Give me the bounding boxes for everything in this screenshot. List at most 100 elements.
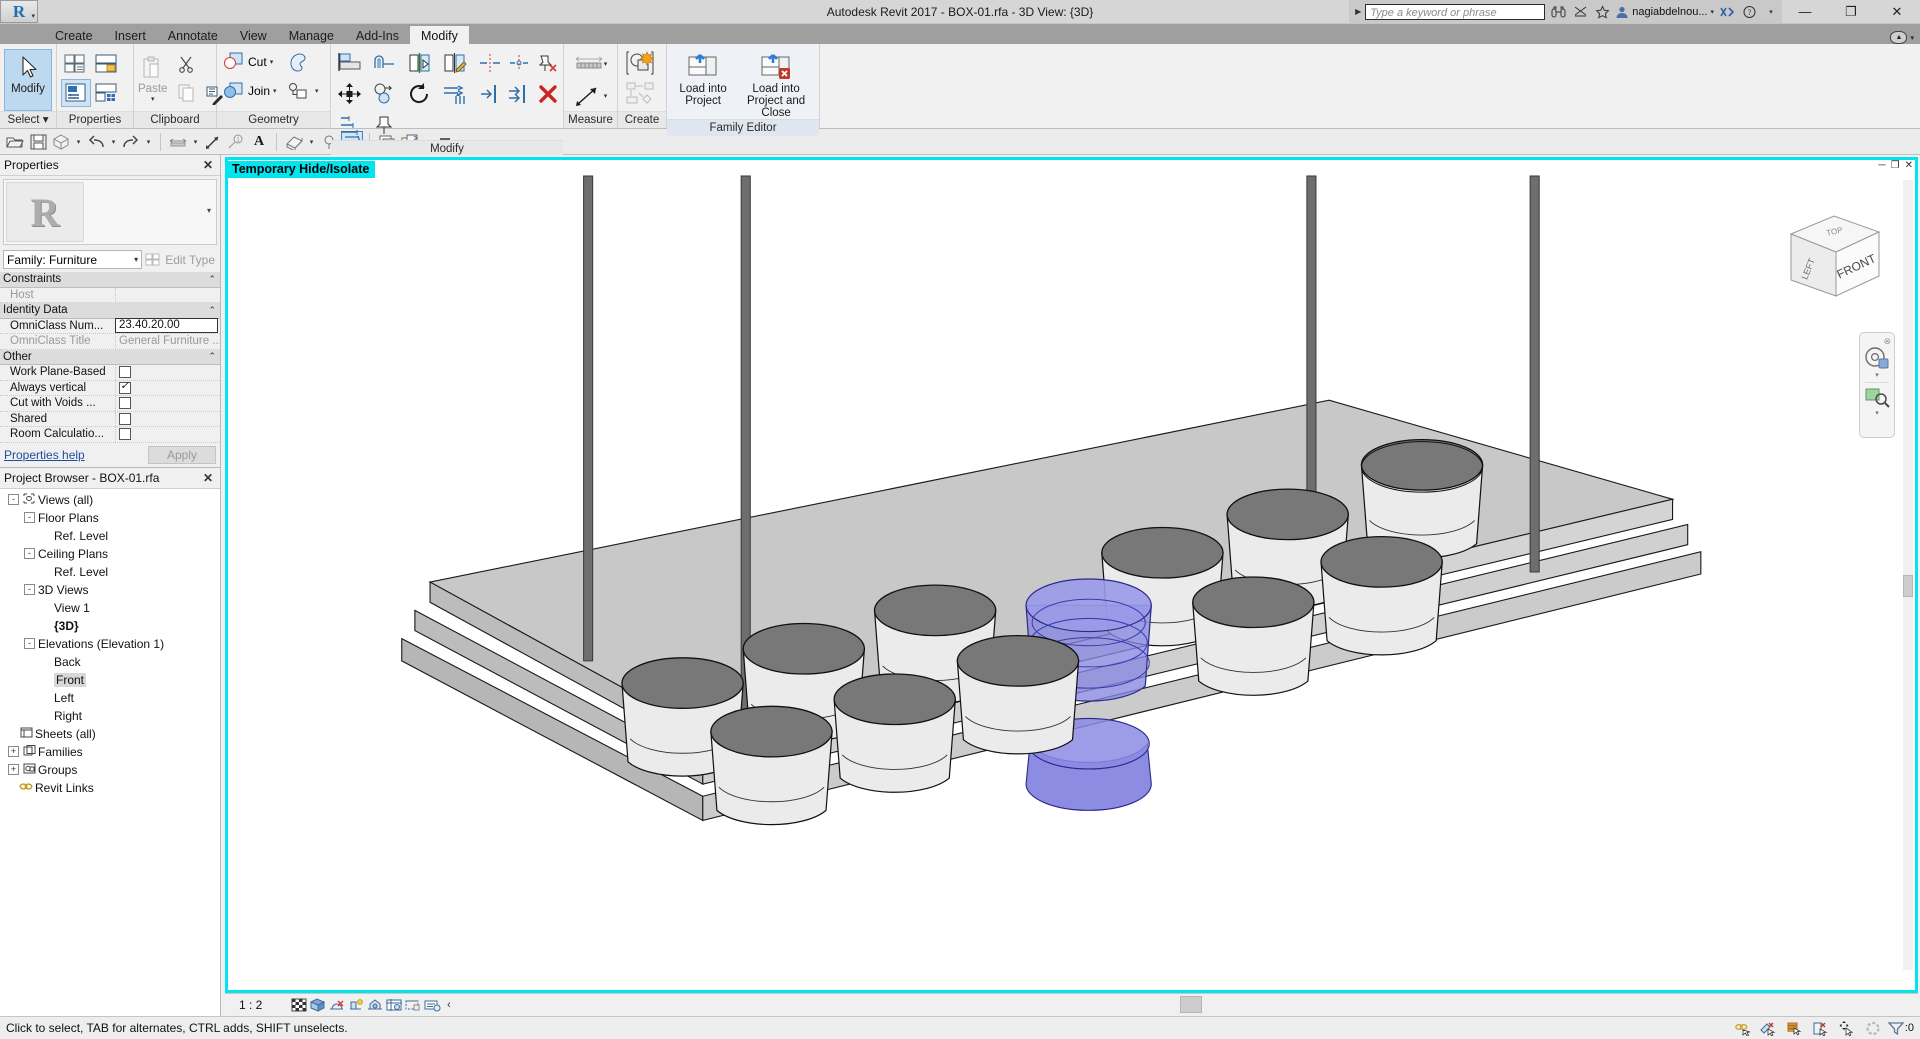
array-icon[interactable]	[440, 80, 470, 108]
collapse-toggle[interactable]: -	[8, 494, 19, 505]
select-pinned-icon[interactable]	[1836, 1019, 1858, 1037]
chevron-down-icon[interactable]: ▾	[1910, 34, 1914, 42]
tree-node-ceiling-plans[interactable]: - Ceiling Plans	[0, 545, 220, 563]
shadows-icon[interactable]	[346, 996, 365, 1015]
property-value[interactable]	[115, 287, 220, 302]
split-face-icon[interactable]	[283, 77, 313, 105]
create-similar-icon[interactable]	[623, 48, 661, 78]
tree-node-3d-active[interactable]: {3D}	[0, 617, 220, 635]
paint-icon[interactable]	[283, 48, 313, 76]
chevron-down-icon[interactable]: ▾	[207, 206, 211, 215]
select-underlay-icon[interactable]	[1862, 1019, 1884, 1037]
active-design-option-icon[interactable]	[1784, 1019, 1806, 1037]
default-3d-view-icon[interactable]	[283, 131, 305, 153]
minimize-button[interactable]: —	[1782, 0, 1828, 23]
family-selector[interactable]: Family: Furniture ▾	[3, 250, 143, 269]
collapse-toggle[interactable]: -	[24, 548, 35, 559]
load-into-project-and-close-button[interactable]: Load into Project and Close	[737, 48, 815, 119]
chevron-down-icon[interactable]: ▾	[604, 92, 608, 100]
help-dropdown-caret-icon[interactable]: ▾	[1760, 0, 1782, 23]
trim-extend-icon[interactable]	[504, 49, 534, 77]
tree-node-elevations[interactable]: - Elevations (Elevation 1)	[0, 635, 220, 653]
property-group-identity-data[interactable]: Identity Data ⌃	[0, 303, 220, 319]
tree-node-elevation-left[interactable]: Left	[0, 689, 220, 707]
chevron-down-icon[interactable]: ▾	[1875, 371, 1879, 379]
trim-single-icon[interactable]	[475, 80, 505, 108]
exclude-links-icon[interactable]	[1810, 1019, 1832, 1037]
maximize-button[interactable]: ❐	[1828, 0, 1874, 23]
work-plane-based-checkbox[interactable]	[119, 366, 131, 379]
paste-button[interactable]: Paste ▾	[138, 55, 167, 103]
measure-icon[interactable]	[202, 131, 224, 153]
save-icon[interactable]	[27, 131, 49, 153]
search-expand-icon[interactable]: ▶	[1351, 7, 1365, 16]
modify-tool-button[interactable]: Modify	[4, 48, 52, 111]
chevron-down-icon[interactable]: ▾	[315, 87, 319, 95]
application-menu-button[interactable]: R ▾	[0, 0, 38, 23]
open-icon[interactable]	[4, 131, 26, 153]
property-group-constraints[interactable]: Constraints ⌃	[0, 272, 220, 288]
scrollbar-thumb[interactable]	[1180, 996, 1203, 1013]
scale-icon[interactable]	[335, 111, 365, 139]
editable-only-icon[interactable]	[1732, 1019, 1754, 1037]
crop-region-visible-icon[interactable]	[403, 996, 422, 1015]
chevron-down-icon[interactable]: ▾	[1875, 409, 1879, 417]
tree-node-families[interactable]: + Families	[0, 743, 220, 761]
property-row-shared[interactable]: Shared	[0, 411, 220, 427]
close-icon[interactable]: ✕	[203, 471, 216, 485]
view-vertical-scrollbar[interactable]	[1903, 180, 1913, 970]
filter-status[interactable]: :0	[1887, 1021, 1914, 1035]
tree-node-revit-links[interactable]: Revit Links	[0, 779, 220, 797]
detail-level-icon[interactable]	[289, 996, 308, 1015]
chevron-down-icon[interactable]: ▾	[190, 131, 201, 153]
chevron-down-icon[interactable]: ▾	[604, 60, 608, 68]
tree-node-floor-plan-ref-level[interactable]: Ref. Level	[0, 527, 220, 545]
tree-node-views-all[interactable]: - Views (all)	[0, 491, 220, 509]
sun-path-icon[interactable]	[327, 996, 346, 1015]
view-close-button[interactable]: ✕	[1905, 161, 1913, 171]
property-row-cut-with-voids[interactable]: Cut with Voids ...	[0, 396, 220, 412]
collapse-toggle[interactable]: -	[24, 638, 35, 649]
property-row-omniclass-title[interactable]: OmniClass Title General Furniture ...	[0, 334, 220, 350]
help-icon[interactable]: ?	[1738, 0, 1760, 23]
exclude-options-icon[interactable]	[1758, 1019, 1780, 1037]
binoculars-icon[interactable]	[1547, 0, 1570, 23]
apply-button[interactable]: Apply	[148, 445, 216, 464]
family-parameters-icon[interactable]	[92, 79, 122, 107]
navigation-bar[interactable]: ⊗ ▾ ▾	[1859, 332, 1895, 438]
property-row-always-vertical[interactable]: Always vertical	[0, 380, 220, 396]
trim-multiple-icon[interactable]	[504, 80, 534, 108]
tab-annotate[interactable]: Annotate	[157, 26, 229, 44]
3d-view-frame[interactable]: Temporary Hide/Isolate ─ ❐ ✕ TOP LEFT FR…	[225, 157, 1918, 993]
close-button[interactable]: ✕	[1874, 0, 1920, 23]
steering-wheel-icon[interactable]	[1864, 346, 1890, 370]
favorites-star-icon[interactable]	[1591, 0, 1614, 23]
type-properties-icon[interactable]	[61, 50, 91, 78]
crop-view-icon[interactable]	[384, 996, 403, 1015]
unpin-icon[interactable]	[533, 49, 563, 77]
cut-icon[interactable]	[171, 50, 201, 78]
tab-insert[interactable]: Insert	[104, 26, 157, 44]
tag-icon[interactable]: 1	[225, 131, 247, 153]
always-vertical-checkbox[interactable]	[119, 381, 131, 394]
tab-manage[interactable]: Manage	[278, 26, 345, 44]
view-control-more-button[interactable]: ‹	[441, 999, 451, 1011]
close-icon[interactable]: ⊗	[1883, 337, 1894, 346]
tree-node-elevation-front[interactable]: Front	[0, 671, 220, 689]
3d-model-canvas[interactable]	[228, 160, 1915, 990]
tree-node-ceiling-plan-ref-level[interactable]: Ref. Level	[0, 563, 220, 581]
tree-node-groups[interactable]: + Groups	[0, 761, 220, 779]
ribbon-minimize-icon[interactable]: ▲	[1890, 31, 1908, 44]
visual-style-icon[interactable]	[308, 996, 327, 1015]
property-row-omniclass-number[interactable]: OmniClass Num... 23.40.20.00	[0, 318, 220, 334]
chevron-down-icon[interactable]: ▾	[108, 131, 119, 153]
properties-help-link[interactable]: Properties help	[4, 448, 85, 462]
measure-between-references-icon[interactable]	[574, 50, 604, 78]
property-group-other[interactable]: Other ⌃	[0, 349, 220, 365]
mirror-pick-axis-icon[interactable]	[405, 49, 435, 77]
rotate-icon[interactable]	[405, 80, 435, 108]
view-minimize-button[interactable]: ─	[1879, 161, 1886, 171]
join-geometry-button[interactable]: Join ▾	[221, 77, 281, 105]
edit-type-button[interactable]: Edit Type	[145, 252, 217, 267]
tree-node-view-1[interactable]: View 1	[0, 599, 220, 617]
